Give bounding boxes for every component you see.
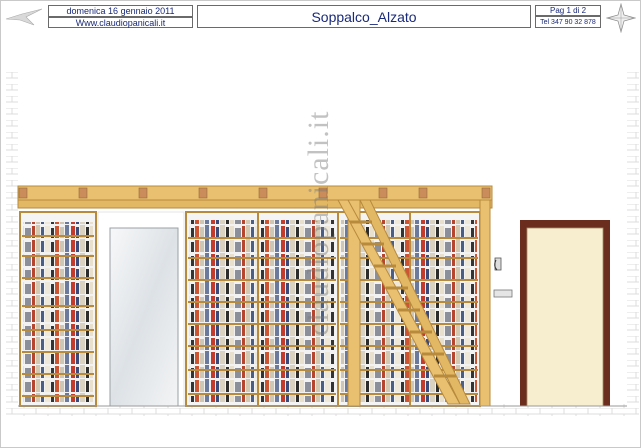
- bookcase-left: [19, 211, 97, 407]
- elevation-drawing: [6, 70, 639, 416]
- wall-right: [627, 70, 639, 410]
- wall-left: [6, 70, 18, 410]
- mirror: [109, 227, 179, 407]
- post-right: [479, 199, 491, 407]
- door: [520, 220, 610, 407]
- switch-plate: [493, 289, 513, 298]
- intercom-icon: [494, 257, 502, 271]
- bookcase-center: [185, 211, 339, 407]
